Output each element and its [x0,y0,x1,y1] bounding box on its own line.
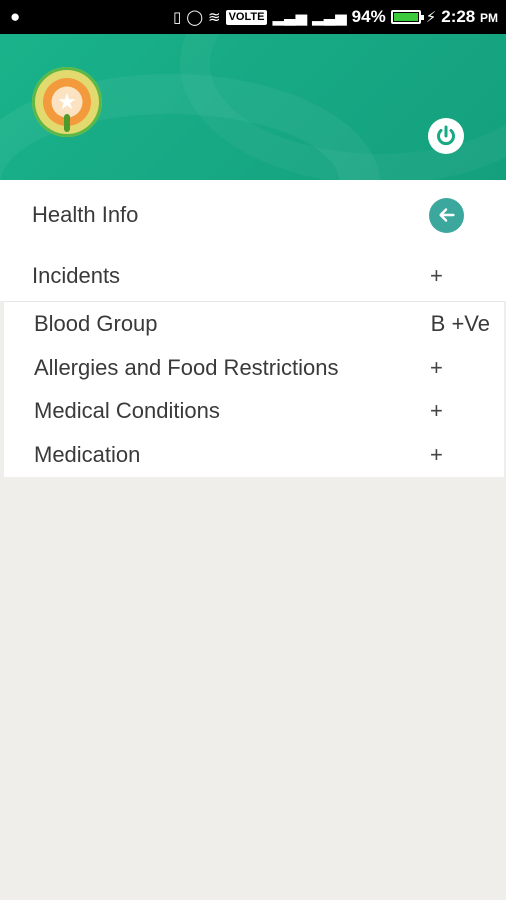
wifi-icon: ≋ [208,9,221,26]
list-item-medical-conditions[interactable]: Medical Conditions + [4,389,504,433]
star-icon: ★ [57,89,77,114]
blood-group-value: B +Ve [430,311,490,336]
nav-menu: Health Info Incidents + [0,180,506,301]
logo-emblem: ★ [43,78,91,132]
leaf-icon [64,114,70,132]
menu-item-label: Incidents [32,263,121,288]
power-icon [437,125,455,146]
battery-percent: 94% [351,7,386,26]
menu-item-incidents[interactable]: Incidents + [0,246,506,306]
list-item-medication[interactable]: Medication + [4,433,504,477]
clock: 2:28 PM [441,7,498,26]
vibrate-icon: ▯ [172,9,182,26]
row-label: Blood Group [34,311,158,336]
list-item-allergies[interactable]: Allergies and Food Restrictions + [4,346,504,390]
power-button[interactable] [428,118,464,154]
app-header: ★ [0,34,506,180]
add-incident-button[interactable]: + [430,263,443,289]
row-label: Medical Conditions [34,398,220,423]
list-item-blood-group[interactable]: Blood Group B +Ve [4,302,504,346]
row-label: Medication [34,442,141,467]
signal-icon: ▂▃▅ [272,9,308,26]
alarm-icon: ◯ [186,9,203,26]
charging-icon: ⚡ [425,9,437,26]
volte-badge: VOLTE [225,9,268,25]
status-bar: ● ▯ ◯ ≋ VOLTE ▂▃▅ ▂▃▅ 94% ⚡ 2:28 PM [0,0,506,34]
logo-icon: ★ [32,67,102,137]
status-right: ▯ ◯ ≋ VOLTE ▂▃▅ ▂▃▅ 94% ⚡ 2:28 PM [173,7,498,27]
row-label: Allergies and Food Restrictions [34,355,339,380]
health-info-card: Blood Group B +Ve Allergies and Food Res… [4,301,504,477]
add-medication-button[interactable]: + [430,442,443,468]
back-button[interactable] [429,197,464,233]
android-icon: ● [10,7,21,26]
menu-item-health-info[interactable]: Health Info [0,185,506,245]
menu-item-label: Health Info [32,202,139,227]
signal-icon-2: ▂▃▅ [312,9,347,26]
add-condition-button[interactable]: + [430,398,443,424]
add-allergy-button[interactable]: + [430,355,443,381]
battery-icon [390,10,424,24]
arrow-left-icon [438,208,455,222]
